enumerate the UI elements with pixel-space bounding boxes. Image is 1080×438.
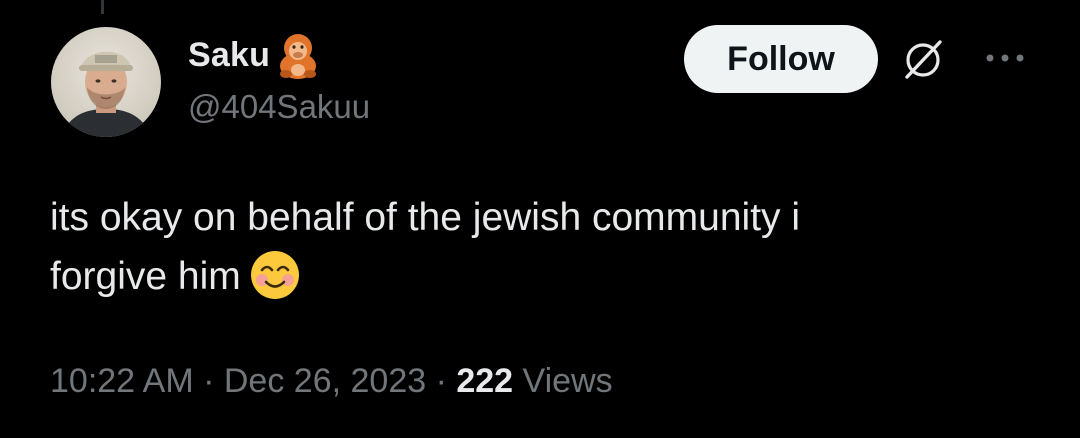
- tweet-text-line-1: its okay on behalf of the jewish communi…: [50, 196, 801, 239]
- avatar-image: [51, 27, 161, 137]
- smiling-face-emoji-icon: [249, 249, 301, 301]
- thread-connector-line: [101, 0, 104, 14]
- meta-separator: ·: [193, 362, 224, 400]
- views-count: 222: [456, 362, 514, 400]
- grok-icon[interactable]: [898, 34, 948, 84]
- views-label: Views: [513, 362, 613, 400]
- follow-button[interactable]: Follow: [684, 25, 878, 93]
- tweet-date[interactable]: Dec 26, 2023: [224, 362, 426, 400]
- more-dots-icon[interactable]: [982, 45, 1028, 71]
- tweet-text-line-2-text: forgive him: [50, 255, 241, 298]
- tweet-text-line-2: forgive him: [50, 247, 1030, 306]
- tweet-time[interactable]: 10:22 AM: [50, 362, 194, 400]
- avatar[interactable]: [51, 27, 161, 137]
- meta-separator: ·: [426, 362, 457, 400]
- orangutan-emoji-icon: [272, 30, 324, 80]
- display-name[interactable]: Saku: [188, 36, 270, 75]
- author-name-row[interactable]: Saku: [188, 30, 324, 80]
- tweet-meta: 10:22 AM · Dec 26, 2023 · 222 Views: [50, 362, 613, 401]
- author-handle[interactable]: @404Sakuu: [188, 88, 370, 126]
- tweet-text: its okay on behalf of the jewish communi…: [50, 188, 1030, 306]
